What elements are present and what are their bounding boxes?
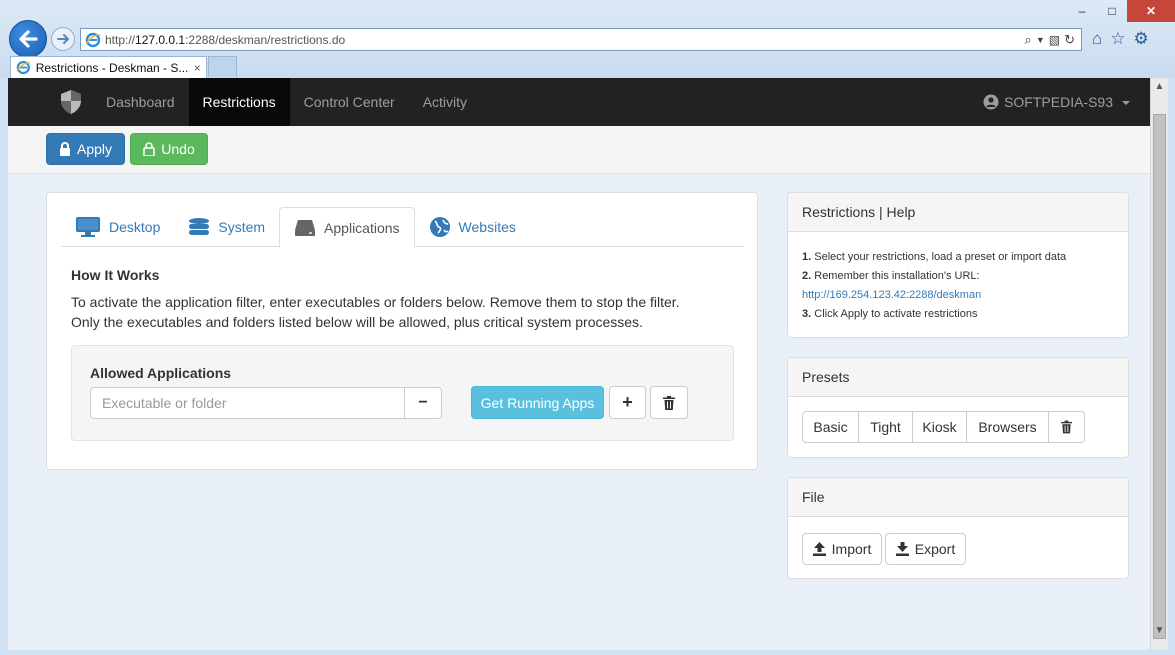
ie-logo-icon (85, 32, 101, 48)
brand-logo[interactable] (58, 89, 84, 115)
caret-down-icon (1122, 101, 1130, 105)
minimize-button[interactable]: – (1067, 0, 1097, 22)
compat-view-icon[interactable]: ▧ (1049, 31, 1060, 49)
action-toolbar: Apply Undo (8, 126, 1150, 174)
export-button[interactable]: Export (885, 533, 966, 565)
browser-chrome: http://127.0.0.1:2288/deskman/restrictio… (0, 0, 1175, 78)
browser-tab[interactable]: Restrictions - Deskman - S... × (10, 56, 207, 78)
dropdown-icon[interactable]: ▼ (1036, 31, 1045, 49)
window-controls: – □ ✕ (1067, 0, 1175, 22)
page-viewport: Dashboard Restrictions Control Center Ac… (8, 78, 1150, 650)
preset-delete-button[interactable] (1048, 411, 1085, 443)
tab-desktop[interactable]: Desktop (61, 207, 174, 247)
preset-basic-button[interactable]: Basic (802, 411, 859, 443)
maximize-button[interactable]: □ (1097, 0, 1127, 22)
tab-system-label: System (218, 219, 266, 235)
tab-system[interactable]: System (174, 207, 279, 247)
user-icon (983, 94, 999, 110)
scroll-up-icon[interactable]: ▲ (1151, 78, 1168, 96)
refresh-icon[interactable]: ↻ (1064, 31, 1075, 49)
tab-ie-icon (16, 60, 30, 75)
presets-button-group: Basic Tight Kiosk Browsers (802, 411, 1085, 443)
user-menu[interactable]: SOFTPEDIA-S93 (983, 78, 1130, 126)
help-step-2: 2. Remember this installation's URL: (802, 270, 980, 282)
window-bottom-border (0, 650, 1175, 655)
scroll-thumb[interactable] (1153, 114, 1166, 639)
star-icon[interactable]: ☆ (1110, 30, 1125, 48)
lock-icon (59, 142, 70, 156)
hard-drive-icon (295, 219, 316, 236)
monitor-icon (76, 217, 100, 237)
clear-entries-button[interactable] (650, 386, 688, 419)
add-entry-button[interactable]: + (609, 386, 646, 419)
help-step-3: 3. Click Apply to activate restrictions (802, 308, 978, 320)
executable-input-group: − (90, 387, 442, 419)
nav-restrictions[interactable]: Restrictions (188, 78, 290, 126)
how-it-works-text: To activate the application filter, ente… (71, 292, 680, 332)
export-label: Export (914, 541, 956, 557)
download-icon (895, 542, 909, 556)
apply-label: Apply (76, 141, 113, 157)
new-tab-button[interactable] (208, 56, 237, 77)
help-step-1: 1. Select your restrictions, load a pres… (802, 251, 1067, 263)
import-label: Import (831, 541, 872, 557)
url-text: http://127.0.0.1:2288/deskman/restrictio… (105, 33, 346, 47)
help-panel-title: Restrictions | Help (788, 193, 1128, 232)
gear-icon[interactable]: ⚙ (1134, 30, 1149, 48)
tab-applications[interactable]: Applications (279, 207, 415, 248)
how-it-works-title: How It Works (71, 267, 160, 283)
close-window-button[interactable]: ✕ (1127, 0, 1175, 22)
address-bar[interactable]: http://127.0.0.1:2288/deskman/restrictio… (80, 28, 1082, 51)
back-button[interactable] (9, 20, 47, 58)
upload-icon (812, 542, 826, 556)
preset-browsers-button[interactable]: Browsers (966, 411, 1049, 443)
top-navbar: Dashboard Restrictions Control Center Ac… (8, 78, 1150, 126)
search-icon[interactable]: ⌕ (1025, 31, 1032, 49)
trash-icon (1061, 420, 1072, 434)
preset-kiosk-button[interactable]: Kiosk (912, 411, 967, 443)
nav-dashboard[interactable]: Dashboard (92, 78, 189, 126)
tab-desktop-label: Desktop (109, 219, 161, 235)
nav-control-center[interactable]: Control Center (290, 78, 409, 126)
help-url-link[interactable]: http://169.254.123.42:2288/deskman (802, 286, 1114, 305)
allowed-applications-title: Allowed Applications (90, 365, 232, 381)
apply-button[interactable]: Apply (46, 133, 125, 165)
remove-entry-button[interactable]: − (405, 387, 442, 419)
database-icon (189, 218, 210, 235)
nav-activity[interactable]: Activity (409, 78, 481, 126)
allowed-applications-well: Allowed Applications − Get Running Apps … (71, 345, 734, 441)
globe-icon (429, 217, 450, 237)
user-name: SOFTPEDIA-S93 (1004, 94, 1113, 110)
restrictions-panel: Desktop System Applications Websites How… (46, 192, 758, 470)
file-panel: File Import Export (787, 477, 1129, 579)
tab-websites-label: Websites (458, 219, 516, 235)
how-line-2: Only the executables and folders listed … (71, 314, 643, 330)
undo-label: Undo (161, 141, 195, 157)
forward-arrow-icon (57, 34, 69, 44)
preset-tight-button[interactable]: Tight (858, 411, 913, 443)
presets-panel: Presets Basic Tight Kiosk Browsers (787, 357, 1129, 458)
shield-icon (61, 90, 81, 114)
forward-button[interactable] (51, 27, 75, 51)
tab-applications-label: Applications (324, 219, 400, 236)
scroll-down-icon[interactable]: ▼ (1151, 622, 1168, 640)
get-running-apps-button[interactable]: Get Running Apps (471, 386, 604, 419)
import-button[interactable]: Import (802, 533, 882, 565)
tab-title: Restrictions - Deskman - S... (35, 60, 189, 75)
undo-button[interactable]: Undo (130, 133, 208, 165)
presets-panel-title: Presets (788, 358, 1128, 397)
how-line-1: To activate the application filter, ente… (71, 294, 680, 310)
restriction-tabs: Desktop System Applications Websites (61, 207, 744, 248)
help-panel: Restrictions | Help 1. Select your restr… (787, 192, 1129, 338)
file-panel-title: File (788, 478, 1128, 517)
home-icon[interactable]: ⌂ (1092, 30, 1102, 48)
vertical-scrollbar[interactable]: ▲ ▼ (1150, 78, 1168, 650)
help-steps: 1. Select your restrictions, load a pres… (788, 232, 1128, 324)
trash-icon (663, 395, 675, 410)
tab-close-icon[interactable]: × (188, 61, 206, 75)
executable-input[interactable] (90, 387, 405, 419)
unlock-icon (143, 142, 156, 156)
back-arrow-icon (19, 30, 38, 48)
tab-websites[interactable]: Websites (415, 207, 530, 247)
